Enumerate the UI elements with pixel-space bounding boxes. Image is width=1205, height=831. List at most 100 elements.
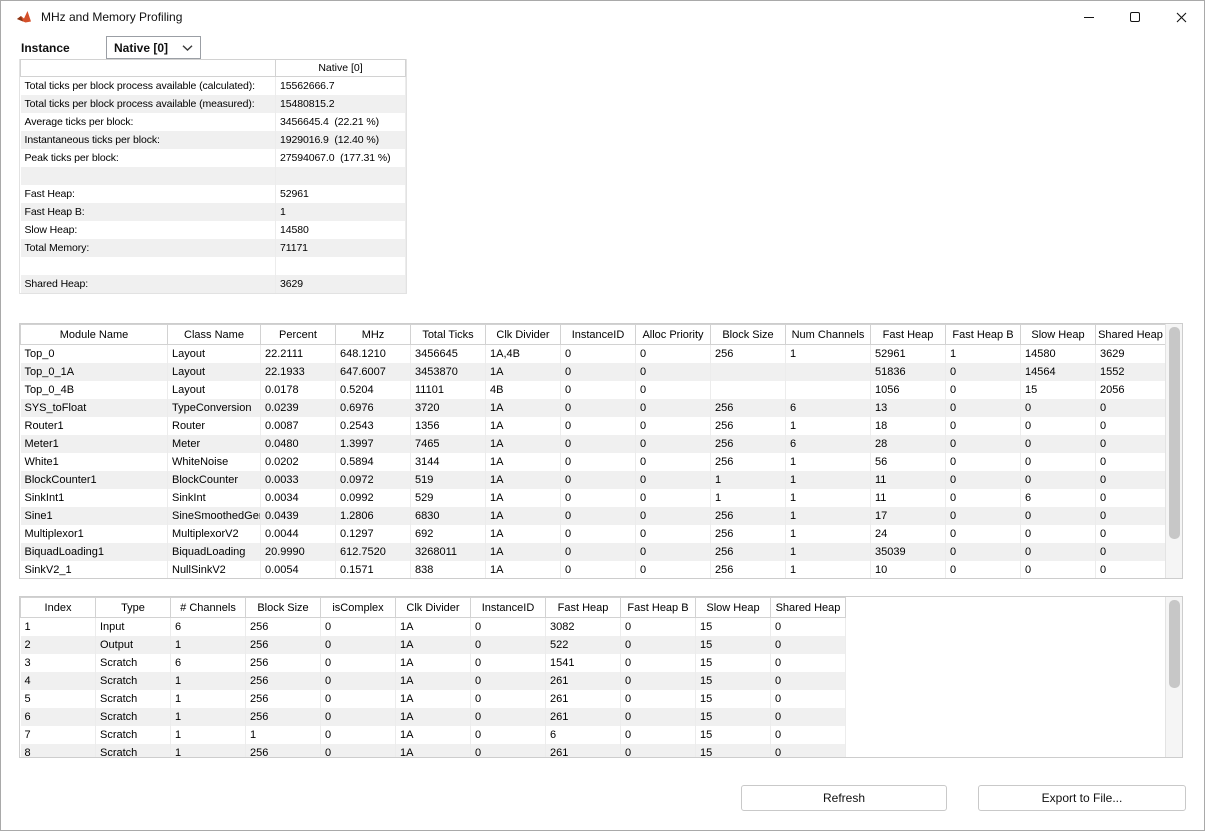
- table-cell[interactable]: 0: [621, 636, 696, 654]
- table-cell[interactable]: Instantaneous ticks per block:: [21, 131, 276, 149]
- table-cell[interactable]: 0: [561, 453, 636, 471]
- table-cell[interactable]: 0: [1096, 561, 1166, 579]
- table-cell[interactable]: 1A: [396, 708, 471, 726]
- table-cell[interactable]: 0: [561, 543, 636, 561]
- table-cell[interactable]: 0: [1096, 543, 1166, 561]
- table-cell[interactable]: 35039: [871, 543, 946, 561]
- table-cell[interactable]: 1: [786, 453, 871, 471]
- table-cell[interactable]: Meter1: [21, 435, 168, 453]
- table-cell[interactable]: 0: [1096, 453, 1166, 471]
- table-cell[interactable]: [276, 257, 406, 275]
- table-cell[interactable]: 0: [636, 363, 711, 381]
- table-cell[interactable]: 6: [21, 708, 96, 726]
- table-cell[interactable]: 0: [946, 561, 1021, 579]
- table-cell[interactable]: Output: [96, 636, 171, 654]
- table-cell[interactable]: 3144: [411, 453, 486, 471]
- instance-dropdown[interactable]: Native [0]: [106, 36, 201, 59]
- table-row[interactable]: 4Scratch125601A02610150: [21, 672, 846, 690]
- table-cell[interactable]: 3629: [1096, 345, 1166, 363]
- table-cell[interactable]: 0: [321, 654, 396, 672]
- table-cell[interactable]: Shared Heap:: [21, 275, 276, 293]
- table-cell[interactable]: 1: [786, 525, 871, 543]
- table-cell[interactable]: 0: [946, 381, 1021, 399]
- table-cell[interactable]: 261: [546, 744, 621, 759]
- table-cell[interactable]: MultiplexorV2: [168, 525, 261, 543]
- table-cell[interactable]: 0: [561, 507, 636, 525]
- table-row[interactable]: 5Scratch125601A02610150: [21, 690, 846, 708]
- table-cell[interactable]: 4B: [486, 381, 561, 399]
- table-row[interactable]: 3Scratch625601A015410150: [21, 654, 846, 672]
- table-cell[interactable]: 0: [471, 636, 546, 654]
- table-cell[interactable]: 1A: [396, 726, 471, 744]
- table-cell[interactable]: Multiplexor1: [21, 525, 168, 543]
- table-cell[interactable]: 1A: [486, 435, 561, 453]
- table-cell[interactable]: 256: [711, 453, 786, 471]
- table-cell[interactable]: 13: [871, 399, 946, 417]
- table-cell[interactable]: Top_0: [21, 345, 168, 363]
- table-cell[interactable]: Input: [96, 618, 171, 636]
- table-cell[interactable]: 0: [561, 363, 636, 381]
- table-cell[interactable]: 0.1297: [336, 525, 411, 543]
- table-cell[interactable]: 1A: [396, 618, 471, 636]
- table-cell[interactable]: Scratch: [96, 690, 171, 708]
- table-cell[interactable]: 6: [786, 435, 871, 453]
- table-cell[interactable]: 1: [171, 636, 246, 654]
- table-cell[interactable]: 0: [1096, 435, 1166, 453]
- table-cell[interactable]: Router1: [21, 417, 168, 435]
- table-cell[interactable]: 1A: [396, 672, 471, 690]
- table-row[interactable]: Total Memory:71171: [21, 239, 406, 257]
- table-cell[interactable]: 1: [786, 417, 871, 435]
- table-cell[interactable]: 3: [21, 654, 96, 672]
- table-cell[interactable]: 1541: [546, 654, 621, 672]
- table-cell[interactable]: 15: [696, 726, 771, 744]
- table-row[interactable]: Total ticks per block process available …: [21, 95, 406, 113]
- table-row[interactable]: [21, 167, 406, 185]
- table-cell[interactable]: Slow Heap:: [21, 221, 276, 239]
- table-cell[interactable]: Total ticks per block process available …: [21, 77, 276, 95]
- table-cell[interactable]: 6: [1021, 489, 1096, 507]
- table-cell[interactable]: 1: [171, 726, 246, 744]
- table-cell[interactable]: 0: [321, 690, 396, 708]
- table-row[interactable]: 8Scratch125601A02610150: [21, 744, 846, 759]
- table-cell[interactable]: 2056: [1096, 381, 1166, 399]
- table-row[interactable]: Total ticks per block process available …: [21, 77, 406, 95]
- table-cell[interactable]: 0: [1021, 435, 1096, 453]
- table-cell[interactable]: Scratch: [96, 744, 171, 759]
- table-cell[interactable]: BlockCounter1: [21, 471, 168, 489]
- table-cell[interactable]: [711, 363, 786, 381]
- table-cell[interactable]: 1: [171, 708, 246, 726]
- table-cell[interactable]: 1A: [486, 561, 561, 579]
- table-cell[interactable]: BlockCounter: [168, 471, 261, 489]
- table-cell[interactable]: 0: [621, 708, 696, 726]
- table-cell[interactable]: 0: [946, 363, 1021, 381]
- table-cell[interactable]: 0: [1021, 561, 1096, 579]
- table-cell[interactable]: 3453870: [411, 363, 486, 381]
- table-cell[interactable]: 0: [621, 654, 696, 672]
- table-row[interactable]: 7Scratch1101A060150: [21, 726, 846, 744]
- table-cell[interactable]: 0: [1021, 471, 1096, 489]
- table-cell[interactable]: 22.2111: [261, 345, 336, 363]
- table-cell[interactable]: Meter: [168, 435, 261, 453]
- table-row[interactable]: [21, 257, 406, 275]
- table-cell[interactable]: [786, 363, 871, 381]
- table-cell[interactable]: 15: [696, 618, 771, 636]
- table-cell[interactable]: 15: [696, 654, 771, 672]
- table-cell[interactable]: Sine1: [21, 507, 168, 525]
- table-cell[interactable]: 1A,4B: [486, 345, 561, 363]
- table-cell[interactable]: 0: [1096, 489, 1166, 507]
- table-cell[interactable]: NullSinkV2: [168, 561, 261, 579]
- table-cell[interactable]: 10: [871, 561, 946, 579]
- table-cell[interactable]: 0: [471, 744, 546, 759]
- table-cell[interactable]: 0.0439: [261, 507, 336, 525]
- table-row[interactable]: Top_0Layout22.2111648.121034566451A,4B00…: [21, 345, 1166, 363]
- table-cell[interactable]: 1: [946, 345, 1021, 363]
- buffer-table-scrollbar-thumb[interactable]: [1169, 600, 1180, 688]
- table-row[interactable]: Sine1SineSmoothedGen0.04391.280668301A00…: [21, 507, 1166, 525]
- table-cell[interactable]: 0: [771, 654, 846, 672]
- table-cell[interactable]: 1A: [486, 399, 561, 417]
- table-row[interactable]: Shared Heap:3629: [21, 275, 406, 293]
- table-cell[interactable]: 1: [786, 507, 871, 525]
- table-cell[interactable]: 3456645.4 (22.21 %): [276, 113, 406, 131]
- table-cell[interactable]: Peak ticks per block:: [21, 149, 276, 167]
- table-row[interactable]: Top_0_1ALayout22.1933647.600734538701A00…: [21, 363, 1166, 381]
